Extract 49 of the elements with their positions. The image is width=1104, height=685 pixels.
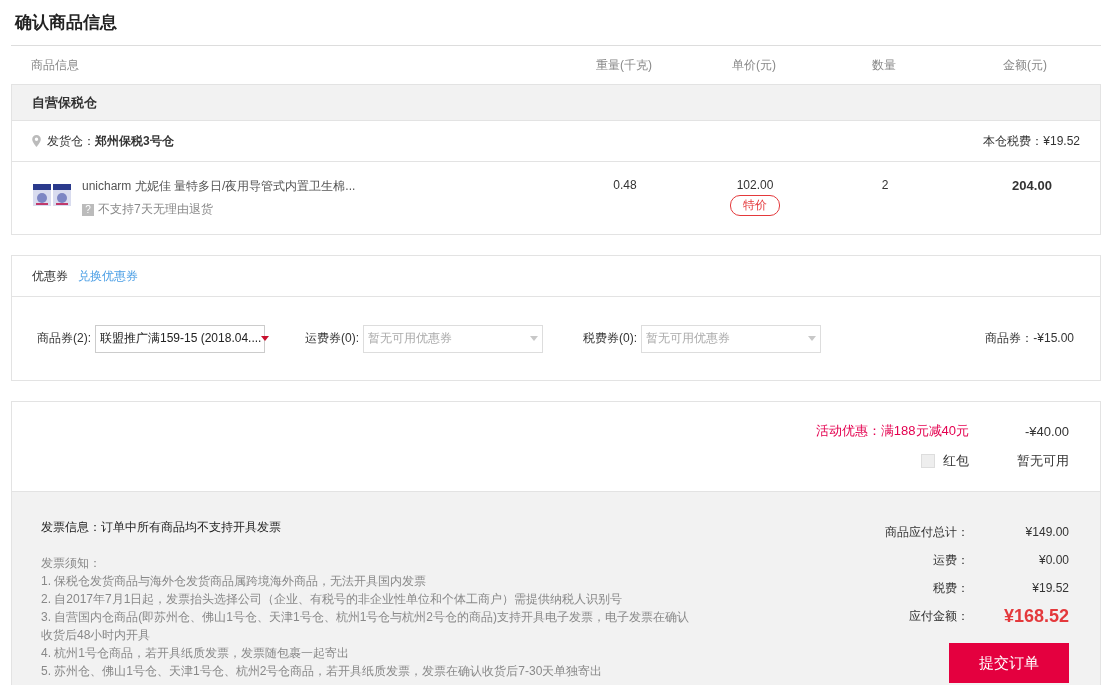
total-value: ¥0.00 [1037, 553, 1069, 567]
redeem-coupon-link[interactable]: 兑换优惠券 [78, 267, 138, 285]
special-price-tag: 特价 [730, 195, 780, 216]
invoice-info: 发票信息：订单中所有商品均不支持开具发票 [41, 519, 282, 536]
quantity-cell-text: 2 [880, 178, 890, 192]
total-value: ¥19.52 [1031, 581, 1069, 595]
coupon-label: 商品券(2): [37, 330, 91, 347]
coupon-label: 运费券(0): [305, 330, 359, 347]
ship-from-warehouse: 郑州保税3号仓 [95, 132, 174, 150]
column-header: 重量(千克) [595, 56, 653, 74]
product-name[interactable]: unicharm 尤妮佳 量特多日/夜用导管式内置卫生棉... [82, 178, 356, 195]
total-label: 应付金额： [908, 607, 969, 625]
invoice-notice: 2. 自2017年7月1日起，发票抬头选择公司（企业、有税号的非企业性单位和个体工商户）需提供纳税人识别号 [41, 591, 624, 608]
dropdown-caret-icon [530, 336, 538, 341]
invoice-notice: 5. 苏州仓、佛山1号仓、天津1号仓、杭州2号仓商品，若开具纸质发票，发票在确认收货后7-30天单独寄出 [41, 663, 604, 680]
grand-total: ¥168.52 [1002, 605, 1069, 627]
invoice-notice-title: 发票须知： [41, 555, 102, 572]
price-cell: 102.00 [736, 178, 774, 192]
coupon-label: 税费券(0): [583, 330, 637, 347]
ship-from-label: 发货仓： [47, 132, 95, 150]
column-header: 商品信息 [30, 56, 80, 74]
invoice-notice: 3. 自营国内仓商品(即苏州仓、佛山1号仓、天津1号仓、杭州1号仓与杭州2号仓的商品)支持开具电子发票，电子发票在确认收货后48小时内开具 [41, 609, 691, 644]
bonus-packet-label: 红包 [943, 452, 969, 470]
coupon-discount: 商品券：-¥15.00 [985, 330, 1074, 347]
bonus-packet-checkbox[interactable] [921, 454, 935, 468]
amount-cell-text: 204.00 [1011, 178, 1053, 193]
dropdown-caret-icon [808, 336, 816, 341]
invoice-notice: 1. 保税仓发货商品与海外仓发货商品属跨境海外商品，无法开具国内发票 [41, 573, 428, 590]
column-header: 金额(元) [1002, 56, 1048, 74]
total-label: 税费： [932, 579, 969, 597]
total-value: ¥149.00 [1024, 525, 1069, 539]
total-label: 商品应付总计： [884, 523, 969, 541]
total-label: 运费： [932, 551, 969, 569]
promotion-discount: -¥40.00 [1023, 423, 1069, 439]
warehouse-name: 自营保税仓 [32, 93, 97, 112]
bonus-packet-status: 暂无可用 [1016, 452, 1069, 470]
dropdown-caret-icon [261, 336, 270, 341]
promotion-label: 活动优惠：满188元减40元 [815, 422, 969, 440]
page-title: 确认商品信息 [15, 12, 117, 34]
submit-order-button[interactable]: 提交订单 [949, 643, 1069, 683]
return-policy-note: 不支持7天无理由退货 [98, 201, 213, 218]
column-header: 单价(元) [731, 56, 777, 74]
coupon-title: 优惠券 [32, 267, 68, 285]
invoice-notice: 4. 杭州1号仓商品，若开具纸质发票，发票随包裹一起寄出 [41, 645, 350, 662]
question-mark-icon: ? [82, 203, 94, 216]
location-pin-icon [32, 135, 41, 147]
weight-cell-text: 0.48 [612, 178, 638, 192]
column-header: 数量 [871, 56, 897, 74]
warehouse-tax: 本仓税费：¥19.52 [983, 132, 1080, 150]
